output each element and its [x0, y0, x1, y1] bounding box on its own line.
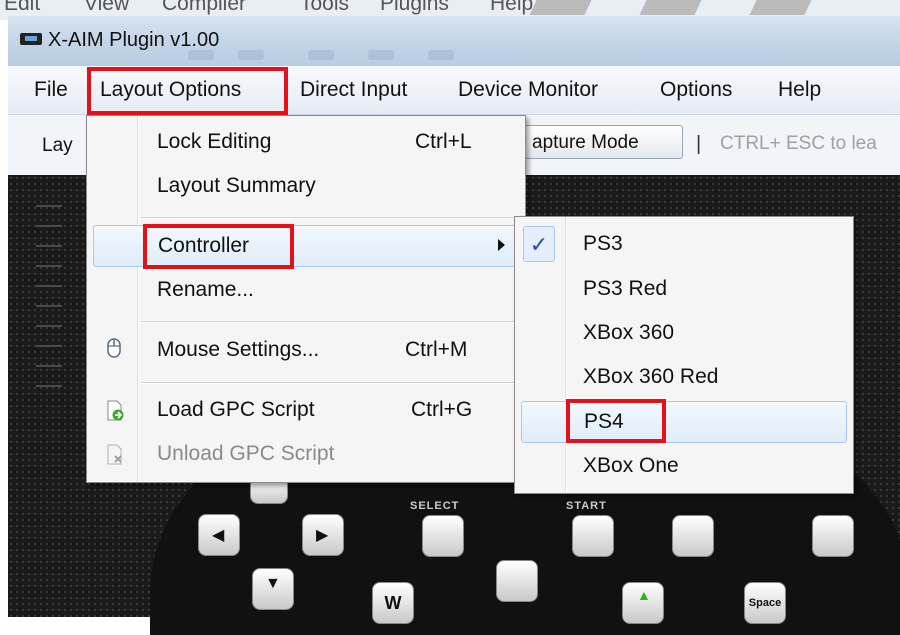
menu-device-monitor[interactable]: Device Monitor [458, 66, 598, 114]
menu-direct-input[interactable]: Direct Input [300, 66, 407, 114]
face-button-2[interactable] [812, 515, 854, 557]
start-button[interactable] [572, 515, 614, 557]
escape-hint: CTRL+ ESC to lea [720, 133, 877, 154]
menu-item-rename[interactable]: Rename... [87, 270, 525, 314]
lock-editing-label: Lock Editing [157, 130, 272, 153]
face-button-1[interactable] [672, 515, 714, 557]
right-arrow-icon: ▶ [316, 527, 329, 544]
space-key-button[interactable]: Space [744, 582, 786, 624]
capture-mode-button[interactable]: apture Mode [523, 125, 683, 159]
layout-ruler [36, 205, 62, 405]
highlight-box-ps4 [566, 399, 666, 443]
menu-item-layout-summary[interactable]: Layout Summary [87, 166, 525, 210]
rename-label: Rename... [157, 278, 254, 301]
highlight-box-controller [143, 224, 294, 269]
menu-item-load-gpc-script[interactable]: Load GPC Script Ctrl+G [87, 390, 525, 434]
xbox-360-red-label: XBox 360 Red [583, 365, 719, 388]
menu-options[interactable]: Options [660, 66, 732, 114]
blurred-toolbar-icon [188, 50, 214, 60]
face-button-up[interactable]: ▲ [622, 582, 664, 624]
unload-script-icon [107, 444, 122, 465]
submenu-arrow-icon [498, 239, 505, 251]
parent-brand-graphic [520, 0, 850, 15]
parent-menu-tools[interactable]: Tools [300, 0, 349, 16]
menu-item-unload-gpc-script[interactable]: Unload GPC Script [87, 434, 525, 478]
check-icon: ✓ [523, 226, 555, 262]
controller-option-ps3[interactable]: ✓ PS3 [515, 223, 853, 267]
menu-item-lock-editing[interactable]: Lock Editing Ctrl+L [87, 122, 525, 166]
ps3-label: PS3 [583, 232, 623, 255]
blurred-toolbar-icon [428, 50, 454, 60]
blurred-toolbar-icon [238, 50, 264, 60]
blurred-toolbar-icon [308, 50, 334, 60]
parent-menu-plugins[interactable]: Plugins [380, 0, 449, 16]
layout-summary-label: Layout Summary [157, 174, 316, 197]
menu-help[interactable]: Help [778, 66, 821, 114]
app-icon [20, 33, 42, 45]
load-script-icon [107, 400, 124, 421]
dpad-left-button[interactable]: ◀ [198, 514, 240, 556]
left-arrow-icon: ◀ [212, 527, 225, 544]
select-button[interactable] [422, 515, 464, 557]
mouse-settings-label: Mouse Settings... [157, 338, 320, 361]
green-arrow-icon: ▲ [637, 587, 651, 603]
home-button[interactable] [496, 560, 538, 602]
unload-gpc-script-label: Unload GPC Script [157, 442, 335, 465]
xbox-360-label: XBox 360 [583, 321, 675, 344]
load-gpc-script-shortcut: Ctrl+G [411, 398, 473, 421]
layout-options-menu: Lock Editing Ctrl+L Layout Summary Contr… [86, 115, 526, 483]
controller-option-xbox-360[interactable]: XBox 360 [515, 312, 853, 356]
lock-editing-shortcut: Ctrl+L [415, 130, 472, 153]
mouse-settings-shortcut: Ctrl+M [405, 338, 468, 361]
parent-menu-view[interactable]: View [84, 0, 129, 16]
highlight-box-layout-options [87, 67, 288, 115]
layout-label: Lay [42, 135, 73, 156]
controller-option-ps3-red[interactable]: PS3 Red [515, 268, 853, 312]
controller-submenu: ✓ PS3 PS3 Red XBox 360 XBox 360 Red PS4 … [514, 216, 854, 494]
parent-menu-compiler[interactable]: Compiler [162, 0, 246, 16]
start-label: START [566, 500, 607, 512]
menu-item-mouse-settings[interactable]: Mouse Settings... Ctrl+M [87, 330, 525, 374]
parent-menu-edit[interactable]: Edit [4, 0, 40, 16]
w-key-button[interactable]: W [372, 582, 414, 624]
controller-option-xbox-360-red[interactable]: XBox 360 Red [515, 356, 853, 400]
mouse-icon [107, 338, 121, 358]
select-label: SELECT [410, 500, 460, 512]
window-title: X-AIM Plugin v1.00 [48, 29, 220, 51]
controller-option-xbox-one[interactable]: XBox One [515, 445, 853, 489]
dpad-right-button[interactable]: ▶ [302, 514, 344, 556]
load-gpc-script-label: Load GPC Script [157, 398, 315, 421]
toolbar-separator: | [696, 133, 702, 155]
xbox-one-label: XBox One [583, 454, 679, 477]
down-arrow-icon: ▼ [265, 575, 281, 592]
menu-file[interactable]: File [34, 66, 68, 114]
ps3-red-label: PS3 Red [583, 277, 668, 300]
title-bar: X-AIM Plugin v1.00 [8, 16, 900, 66]
dpad-down-button[interactable]: ▼ [252, 568, 294, 610]
blurred-toolbar-icon [368, 50, 394, 60]
